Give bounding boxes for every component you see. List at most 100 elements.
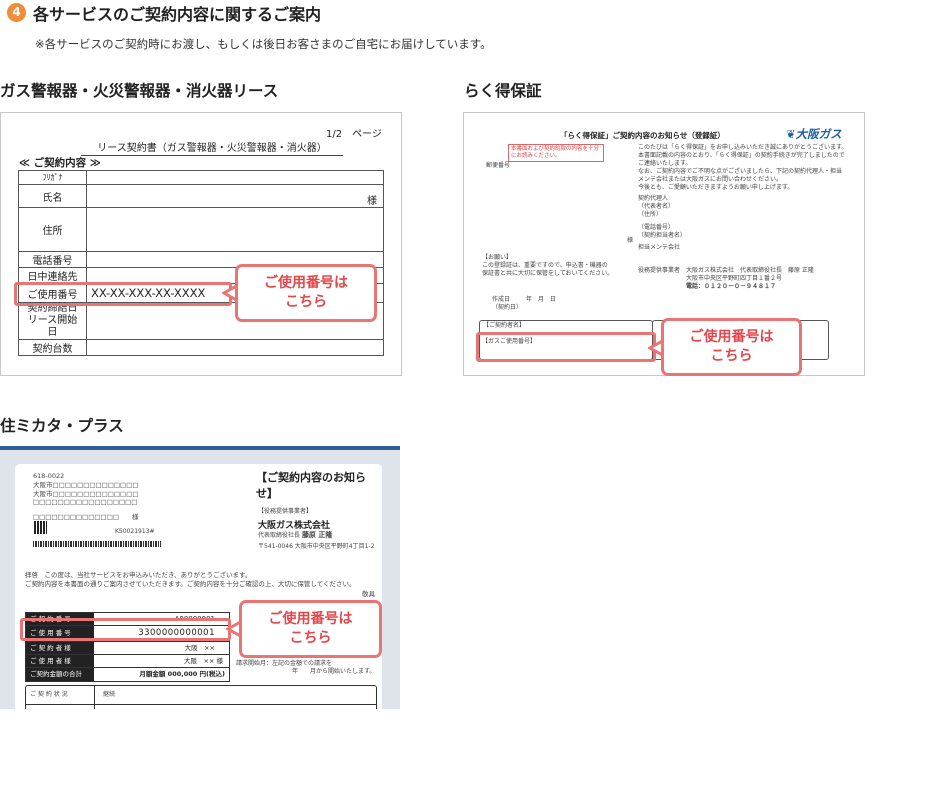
date-value: 年 月 日	[525, 296, 556, 303]
agent-line: （代表者名）	[638, 202, 675, 210]
lease-contract-image: 1/2 ページ リース契約書（ガス警報器・火災警報器・消火器） ≪ ご契約内容 …	[0, 112, 402, 376]
row-label-address: 住所	[18, 207, 87, 252]
billing-line: 年 月から開始いたします。	[292, 668, 376, 676]
notice-heading: 【お願い】	[482, 254, 513, 261]
usage-number-callout-raku: ご使用番号は こちら	[661, 318, 802, 376]
company-rep: 代表取締役社長 藤原 正隆	[258, 531, 332, 540]
rep-title: 代表取締役社長	[258, 532, 301, 539]
section-title-raku: らく得保証	[464, 82, 542, 100]
callout-line2: こちら	[710, 348, 753, 364]
row-value-address	[86, 207, 384, 252]
row-label: ご 契 約 者 様	[26, 642, 94, 654]
raku-postal-label: 郵便番号	[486, 162, 511, 169]
qr-code-icon	[34, 521, 47, 534]
provider-line: 大阪市中央区平野町四丁目１番２号	[686, 275, 783, 283]
raku-notice: 【お願い】 この登録証は、重要ですので、申込書・機器の 保証書と共に大切に保管を…	[482, 254, 613, 278]
row-label: ご 契 約 状 況	[26, 686, 95, 704]
company-address: 〒541-0046 大阪市中央区平野町4丁目1-2	[258, 543, 375, 550]
sumi-greeting: 拝啓 この度は、当社サービスをお申込みいただき、ありがとうございます。 ご契約内…	[25, 571, 355, 589]
lease-contract-heading: ≪ ご契約内容 ≫	[19, 157, 101, 169]
sumi-paper: 618-0022 大阪市□□□□□□□□□□□□□□ 大阪市□□□□□□□□□□…	[15, 464, 382, 714]
box-contractor-name: 【ご契約者名】	[483, 322, 526, 329]
row-label-dates: 契約締結日 リース開始日	[18, 302, 87, 340]
postal-barcode	[33, 541, 161, 547]
table-row: ご 契 約 状 況 継続	[26, 686, 376, 705]
usage-number-callout-sumi: ご使用番号は こちら	[239, 600, 382, 658]
intro-line: 本書面記載の内容のとおり、「らく得保証」の契約手続きが完了しましたので	[638, 152, 845, 160]
agent-line: （契約担当者名）	[638, 231, 687, 239]
billing-note: 請求開始月：左記の金額での請求を 年 月から開始いたします。	[236, 660, 375, 676]
agent-line: 担当メンテ会社	[638, 244, 681, 252]
usage-number-highlight	[20, 618, 231, 641]
callout-line2: こちら	[289, 630, 332, 646]
lease-page-number: 1/2 ページ	[326, 129, 382, 140]
usage-number-callout-lease: ご使用番号は こちら	[235, 264, 377, 322]
row-value: 大阪 ××	[184, 644, 215, 652]
intro-line: 今後とも、ご愛顧いただきますようお願い申し上げます。	[638, 184, 794, 192]
table-row: ご 契 約 者 様 大阪 ××	[25, 641, 230, 654]
row-label-name: 氏名	[18, 184, 87, 208]
notice-line: この登録証は、重要ですので、申込書・機器の	[482, 262, 608, 270]
row-label: ご契約金額の合計	[26, 668, 94, 681]
postal-code: 618-0022	[33, 472, 65, 480]
address-line: 大阪市□□□□□□□□□□□□□□	[33, 480, 139, 489]
intro-line: このたびは「らく得保証」をお申し込みいただき誠にありがとうございます。	[638, 144, 848, 151]
table-row: ﾌﾘｶﾞﾅ	[18, 170, 384, 185]
step-number-badge: 4	[7, 3, 26, 22]
recipient-name: □□□□□□□□□□□□□□ 様	[33, 513, 139, 522]
section-title-sumi: 住ミカタ・プラス	[0, 417, 124, 435]
raku-date: 作成日 年 月 日 （契約日）	[492, 296, 556, 312]
osaka-gas-logo: ❦大阪ガス	[786, 126, 842, 142]
section-title-lease: ガス警報器・火災警報器・消火器リース	[0, 82, 279, 100]
table-row: ご契約金額の合計 月額金額 000,000 円(税込)	[25, 667, 230, 682]
row-label: ご 使 用 者 様	[26, 655, 94, 667]
logo-text: 大阪ガス	[795, 127, 842, 141]
sumi-notice-title: 【ご契約内容のお知らせ】	[256, 471, 366, 500]
image-crop-edge	[0, 709, 400, 714]
address-line: □□□□□□□□□□□□□□□□□	[33, 498, 138, 507]
greeting-line: ご契約内容を本書面の通りご案内させていただきます。ご契約内容を十分ご確認の上、大…	[25, 579, 356, 588]
rep-name: 藤原 正隆	[301, 531, 333, 539]
provider-label: 【役務提供事業者】	[258, 508, 313, 515]
row-value-furigana	[86, 170, 384, 185]
lease-doc-title: リース契約書（ガス警報器・火災警報器・消火器）	[81, 139, 343, 156]
address-line: 大阪市□□□□□□□□□□□□□□	[33, 489, 139, 498]
greeting-line: 拝啓 この度は、当社サービスをお申込みいただき、ありがとうございます。	[25, 571, 252, 579]
keigu: 敬具	[362, 590, 375, 598]
row-label-lease-start: リース開始日	[27, 315, 78, 338]
agent-line: （電話番号）	[638, 223, 675, 231]
table-row: 契約台数	[18, 339, 384, 356]
raku-intro: このたびは「らく得保証」をお申し込みいただき誠にありがとうございます。 本書面記…	[638, 144, 847, 252]
raku-provider: 役務提供事業者 大阪ガス株式会社 代表取締役社長 藤原 正隆 大阪市中央区平野町…	[638, 267, 814, 291]
table-row: 住所	[18, 207, 384, 252]
page-title: 各サービスのご契約内容に関するご案内	[33, 5, 322, 24]
row-value-count	[86, 339, 384, 356]
lease-contract-table: ﾌﾘｶﾞﾅ 氏名 様 住所 電話番号 日中連絡先 ご使用番号 XX-XX-XXX…	[18, 170, 384, 356]
row-label-count: 契約台数	[18, 339, 87, 356]
date-sub: （契約日）	[492, 304, 523, 312]
usage-number-highlight	[14, 282, 232, 306]
row-value-name: 様	[86, 184, 384, 208]
raku-red-notice: 本書面および契約約款の内容を十分にお読みください。	[508, 144, 604, 163]
page-note: ※各サービスのご契約時にお渡し、もしくは後日お客さまのご自宅にお届けしています。	[35, 37, 492, 51]
raku-doc-title: 「らく得保証」ご契約内容のお知らせ（登録証）	[560, 131, 725, 140]
company-name: 大阪ガス株式会社	[258, 521, 331, 531]
table-row: 氏名 様	[18, 184, 384, 208]
usage-number-highlight: 【ガスご使用番号】	[476, 332, 656, 362]
callout-line1: ご使用番号は	[264, 275, 348, 291]
notice-line: 保証書と共に大切に保管をしておいてください。	[482, 270, 614, 278]
table-row: ご 使 用 者 様 大阪 ×× 様	[25, 654, 230, 667]
callout-line1: ご使用番号は	[268, 611, 353, 627]
agent-line: （住所）	[638, 210, 663, 218]
row-value: 大阪 ×× 様	[184, 657, 223, 665]
agent-line: 契約代理人	[638, 194, 669, 202]
sumi-notice-image: 618-0022 大阪市□□□□□□□□□□□□□□ 大阪市□□□□□□□□□□…	[0, 446, 400, 714]
raku-sama: 様	[627, 237, 634, 244]
callout-line1: ご使用番号は	[689, 329, 774, 345]
callout-line2: こちら	[285, 294, 327, 310]
box-usage-number: 【ガスご使用番号】	[482, 338, 537, 345]
row-value: 月額金額 000,000 円(税込)	[139, 670, 225, 678]
provider-line: 電話：０１２０－０－９４８１７	[686, 283, 777, 291]
barcode-id: K50021913#	[115, 528, 155, 535]
billing-line: 請求開始月：左記の金額での請求を	[236, 660, 333, 667]
